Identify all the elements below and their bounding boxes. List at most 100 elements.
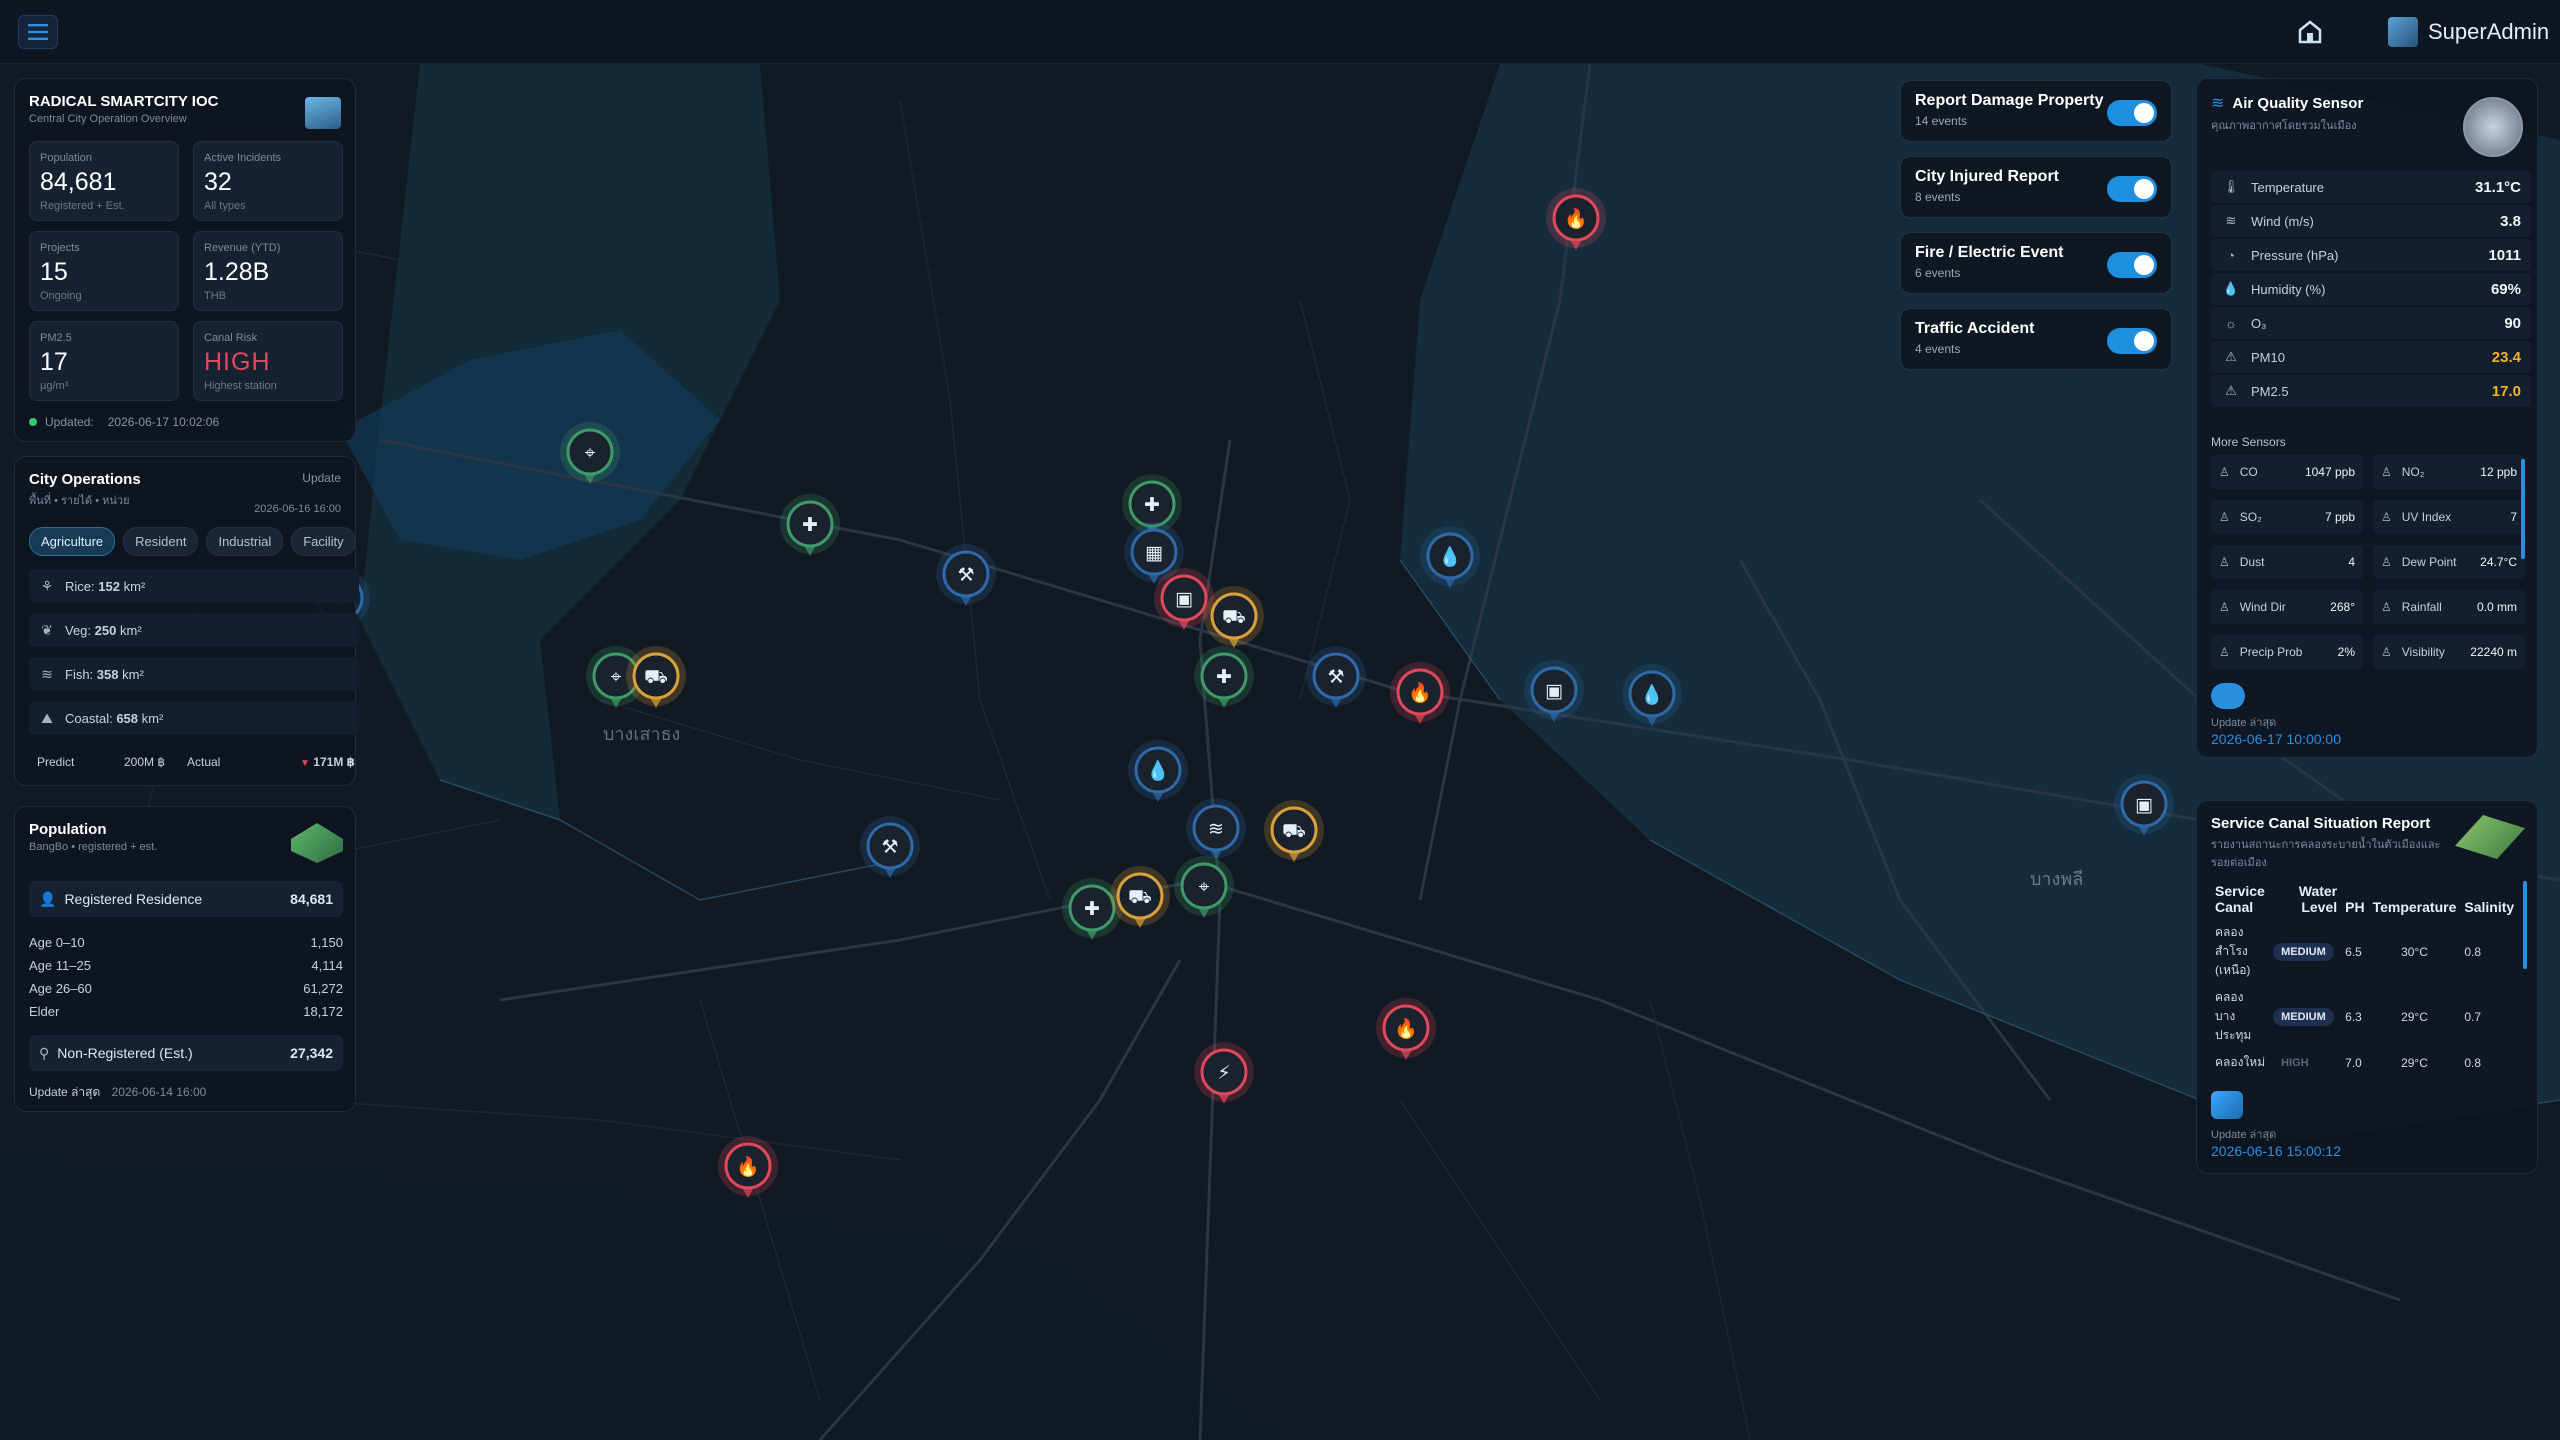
overview-subtitle: Central City Operation Overview <box>29 113 187 125</box>
layer-toggle-traffic[interactable]: Traffic Accident 4 events <box>1900 308 2172 370</box>
air-quality-title: Air Quality Sensor <box>2232 94 2364 112</box>
tab-facility[interactable]: Facility <box>291 527 356 556</box>
predict-value: 200M ฿ <box>124 755 165 769</box>
sensor-so2: ♙ SO₂ 7 ppb <box>2211 500 2363 534</box>
location-icon: ⌖ <box>585 442 596 464</box>
aq-row-humidity: 💧 Humidity (%) 69% <box>2211 273 2531 305</box>
status-dot <box>29 418 37 426</box>
toggle-switch[interactable] <box>2107 176 2157 202</box>
repair-icon: ⚒ <box>881 836 898 858</box>
bus-icon: ▣ <box>1175 588 1193 610</box>
city-logo-icon <box>305 97 341 129</box>
sensor-winddir: ♙ Wind Dir 268° <box>2211 590 2363 624</box>
medical-icon: ✚ <box>1084 898 1100 920</box>
sun-icon: ☼ <box>2225 315 2237 331</box>
tab-resident[interactable]: Resident <box>123 527 199 556</box>
city-ops-update-link[interactable]: Update <box>302 471 341 485</box>
wind-icon: ≋ <box>2225 213 2237 228</box>
stat-pm25: PM2.5 17 µg/m³ <box>29 321 179 401</box>
medical-icon: ✚ <box>1216 666 1232 688</box>
warning-icon: ⚠ <box>2225 349 2237 364</box>
sensor-icon: ♙ <box>2381 510 2392 524</box>
stat-population: Population 84,681 Registered + Est. <box>29 141 179 221</box>
sensor-icon: ♙ <box>2381 555 2392 569</box>
city-operations-panel: City Operations Update พื้นที่ • รายได้ … <box>14 456 359 786</box>
menu-button[interactable] <box>18 15 58 49</box>
water-icon: 💧 <box>1640 683 1664 706</box>
col-water-level: Water Level <box>2298 883 2338 915</box>
canal-update-time: 2026-06-16 15:00:12 <box>2211 1143 2341 1159</box>
top-bar: SuperAdmin <box>0 0 2560 64</box>
air-quality-panel: ≋ Air Quality Sensor คุณภาพอากาศโดยรวมใน… <box>2196 78 2538 758</box>
electric-icon: ⚡ <box>1217 1062 1230 1084</box>
age-row: Age 11–25 4,114 <box>29 958 343 973</box>
sensor-co: ♙ CO 1047 ppb <box>2211 455 2363 489</box>
sensor-avatar <box>2463 97 2523 157</box>
location-icon: ⌖ <box>611 666 622 688</box>
toggle-switch[interactable] <box>2107 252 2157 278</box>
op-row-veg[interactable]: ❦ Veg: 250 km² <box>29 613 359 647</box>
aq-row-pm25: ⚠ PM2.5 17.0 <box>2211 375 2531 407</box>
layer-toggle-injured[interactable]: City Injured Report 8 events <box>1900 156 2172 218</box>
stat-canal-risk: Canal Risk HIGH Highest station <box>193 321 343 401</box>
more-sensors-label: More Sensors <box>2211 435 2286 449</box>
level-badge: HIGH <box>2281 1056 2309 1069</box>
sensor-icon: ♙ <box>2219 465 2230 479</box>
sensor-dewpoint: ♙ Dew Point 24.7°C <box>2373 545 2525 579</box>
fire-icon: 🔥 <box>1394 1017 1418 1040</box>
canal-scrollbar[interactable] <box>2523 881 2527 969</box>
city-map[interactable]: บางเสาธง บางพลี 🔥 ⌖ ✚ ✚ ⚒ ▦ ▣ ⛟ 💧 ⌖ ⛟ ✚ ⚒ 🔥 ▣ 💧 ≋ 💧 ⚒ ≋ ⛟ ✚ ⛟ ⌖… <box>0 0 2560 1440</box>
sensor-icon: ≋ <box>1208 818 1224 840</box>
table-row[interactable]: คลองใหม่ HIGH 7.0 29°C 0.8 <box>2211 1049 2518 1076</box>
map-label-bangsaothong: บางเสาธง <box>603 724 680 744</box>
vehicle-icon: ⛟ <box>1128 886 1152 908</box>
weather-cloud-icon <box>2211 683 2245 709</box>
registered-row: 👤 Registered Residence 84,681 <box>29 881 343 917</box>
canal-subtitle: รายงานสถานะการคลองระบายน้ำในตัวเมืองและร… <box>2211 839 2441 869</box>
level-badge: MEDIUM <box>2273 1007 2334 1026</box>
rice-icon: ⚘ <box>40 578 54 594</box>
table-row[interactable]: คลอง บางประทุม MEDIUM 6.3 29°C 0.7 <box>2211 984 2518 1049</box>
location-icon: ⌖ <box>1199 876 1210 898</box>
op-row-rice[interactable]: ⚘ Rice: 152 km² <box>29 569 359 603</box>
city-ops-tabs: Agriculture Resident Industrial Facility <box>29 527 356 556</box>
bus-icon: ▣ <box>2135 794 2153 816</box>
toggle-switch[interactable] <box>2107 100 2157 126</box>
medical-icon: ✚ <box>1144 494 1160 516</box>
age-row: Age 26–60 61,272 <box>29 981 343 996</box>
population-panel: Population BangBo • registered + est. 👤 … <box>14 806 356 1112</box>
leaf-icon: ❦ <box>41 622 53 638</box>
sensor-precip: ♙ Precip Prob 2% <box>2211 635 2363 669</box>
tab-industrial[interactable]: Industrial <box>206 527 284 556</box>
repair-icon: ⚒ <box>957 564 974 586</box>
air-update-time: 2026-06-17 10:00:00 <box>2211 731 2341 747</box>
layer-toggle-fire[interactable]: Fire / Electric Event 6 events <box>1900 232 2172 294</box>
sensor-icon: ♙ <box>2381 465 2392 479</box>
table-row[interactable]: คลอง สำโรง (เหนือ) MEDIUM 6.5 30°C 0.8 <box>2211 919 2518 984</box>
sensors-scrollbar[interactable] <box>2521 459 2525 559</box>
registered-value: 84,681 <box>290 891 333 907</box>
overview-panel: RADICAL SMARTCITY IOC Central City Opera… <box>14 78 356 442</box>
user-menu[interactable]: SuperAdmin <box>2388 14 2549 50</box>
canal-update-label: Update ล่าสุด <box>2211 1129 2277 1141</box>
layer-toggle-damage[interactable]: Report Damage Property 14 events <box>1900 80 2172 142</box>
population-title: Population <box>29 821 107 838</box>
water-icon: 💧 <box>1438 545 1462 568</box>
water-icon <box>2211 1091 2243 1119</box>
stat-revenue: Revenue (YTD) 1.28B THB <box>193 231 343 311</box>
tab-agriculture[interactable]: Agriculture <box>29 527 116 556</box>
nonregistered-row: ⚲ Non-Registered (Est.) 27,342 <box>29 1035 343 1071</box>
sensor-icon: ♙ <box>2219 510 2230 524</box>
fire-icon: 🔥 <box>736 1155 760 1178</box>
op-row-fish[interactable]: ≋ Fish: 358 km² <box>29 657 359 691</box>
canal-report-panel: Service Canal Situation Report รายงานสถา… <box>2196 800 2538 1174</box>
op-row-coastal[interactable]: ⛰ Coastal: 658 km² <box>29 701 359 735</box>
toggle-switch[interactable] <box>2107 328 2157 354</box>
canal-table-wrap: Service Canal Water Level PH Temperature… <box>2211 879 2527 1076</box>
sensor-icon: ♙ <box>2381 645 2392 659</box>
stat-incidents: Active Incidents 32 All types <box>193 141 343 221</box>
hamburger-icon <box>28 24 48 40</box>
home-icon[interactable] <box>2294 16 2326 48</box>
sensor-dust: ♙ Dust 4 <box>2211 545 2363 579</box>
col-ph: PH <box>2345 899 2365 915</box>
